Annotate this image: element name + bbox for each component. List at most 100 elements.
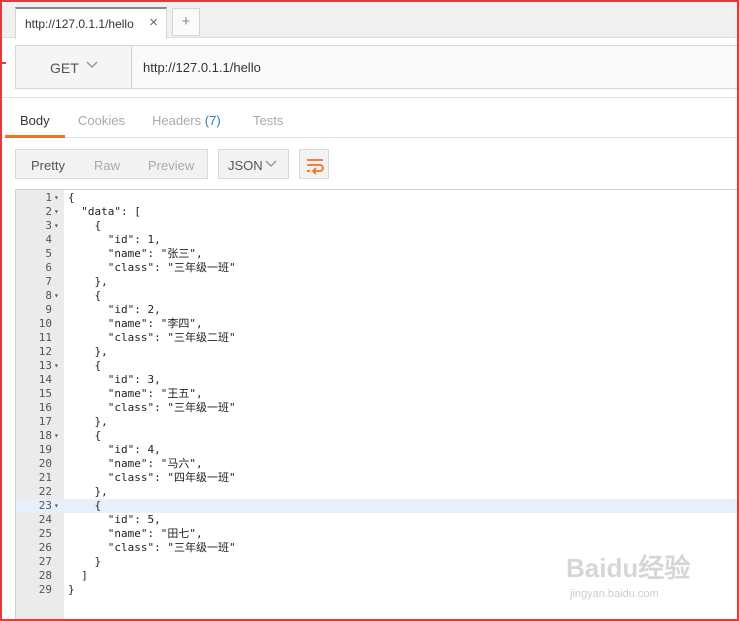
code-line: 5 "name": "张三", xyxy=(16,247,737,261)
new-tab-button[interactable]: + xyxy=(172,8,200,36)
code-text: "data": [ xyxy=(68,205,141,218)
line-number: 2 xyxy=(45,205,52,218)
fold-arrow-icon[interactable]: ▾ xyxy=(54,191,59,205)
tab-cookies[interactable]: Cookies xyxy=(78,113,125,128)
code-text: }, xyxy=(68,415,108,428)
watermark: Baidu经验 jingyan.baidu.com xyxy=(566,540,706,610)
code-text: { xyxy=(68,499,102,512)
line-number: 25 xyxy=(38,527,52,540)
code-text: "class": "三年级一班" xyxy=(68,401,236,414)
code-line: 6 "class": "三年级一班" xyxy=(16,261,737,275)
code-text: ] xyxy=(68,569,88,582)
code-text: { xyxy=(68,191,75,204)
line-number: 29 xyxy=(38,583,52,596)
request-bar: GET xyxy=(15,45,737,89)
code-text: }, xyxy=(68,345,108,358)
line-number: 9 xyxy=(45,303,52,316)
chevron-down-icon xyxy=(86,56,98,77)
wrap-lines-button[interactable] xyxy=(299,149,329,179)
code-text: } xyxy=(68,583,75,596)
line-number: 4 xyxy=(45,233,52,246)
code-text: "class": "三年级二班" xyxy=(68,331,236,344)
tab-hello[interactable]: http://127.0.1.1/hello × xyxy=(15,7,167,39)
fold-arrow-icon[interactable]: ▾ xyxy=(54,429,59,443)
code-line: 2 ▾ "data": [ xyxy=(16,205,737,219)
url-input[interactable] xyxy=(133,46,737,88)
code-line: 12 }, xyxy=(16,345,737,359)
format-select[interactable]: JSON xyxy=(218,149,289,179)
line-number: 12 xyxy=(38,345,52,358)
line-number: 22 xyxy=(38,485,52,498)
code-line: 15 "name": "王五", xyxy=(16,387,737,401)
code-text: }, xyxy=(68,485,108,498)
code-line: 23 ▾ { xyxy=(16,499,737,513)
fold-arrow-icon[interactable]: ▾ xyxy=(54,205,59,219)
tab-tests[interactable]: Tests xyxy=(253,113,283,128)
line-number: 15 xyxy=(38,387,52,400)
wrap-icon xyxy=(300,159,330,184)
code-line: 22 }, xyxy=(16,485,737,499)
code-text: { xyxy=(68,359,102,372)
code-text: "id": 2, xyxy=(68,303,161,316)
fold-arrow-icon[interactable]: ▾ xyxy=(54,359,59,373)
tab-headers[interactable]: Headers (7) xyxy=(152,113,221,128)
edge-marker xyxy=(2,62,6,64)
format-label: JSON xyxy=(228,158,263,173)
code-text: { xyxy=(68,429,102,442)
code-line: 7 }, xyxy=(16,275,737,289)
code-text: "name": "马六", xyxy=(68,457,203,470)
line-number: 27 xyxy=(38,555,52,568)
line-number: 6 xyxy=(45,261,52,274)
code-text: "name": "李四", xyxy=(68,317,203,330)
tab-label: http://127.0.1.1/hello xyxy=(25,17,134,31)
fold-arrow-icon[interactable]: ▾ xyxy=(54,219,59,233)
code-text: }, xyxy=(68,275,108,288)
code-line: 8 ▾ { xyxy=(16,289,737,303)
code-line: 14 "id": 3, xyxy=(16,373,737,387)
code-text: "class": "四年级一班" xyxy=(68,471,236,484)
line-number: 26 xyxy=(38,541,52,554)
preview-button[interactable]: Preview xyxy=(148,158,194,173)
tab-headers-label: Headers xyxy=(152,113,202,128)
fold-arrow-icon[interactable]: ▾ xyxy=(54,289,59,303)
code-text: "name": "张三", xyxy=(68,247,203,260)
code-text: "name": "王五", xyxy=(68,387,203,400)
line-number: 7 xyxy=(45,275,52,288)
raw-button[interactable]: Raw xyxy=(94,158,120,173)
code-line: 11 "class": "三年级二班" xyxy=(16,331,737,345)
code-line: 20 "name": "马六", xyxy=(16,457,737,471)
tab-bar: http://127.0.1.1/hello × + xyxy=(2,2,737,39)
close-icon[interactable]: × xyxy=(149,14,158,31)
code-text: { xyxy=(68,289,102,302)
code-line: 18 ▾ { xyxy=(16,429,737,443)
line-number: 24 xyxy=(38,513,52,526)
line-number: 21 xyxy=(38,471,52,484)
line-number: 8 xyxy=(45,289,52,302)
method-label: GET xyxy=(50,60,79,76)
code-text: "id": 5, xyxy=(68,513,161,526)
fold-arrow-icon[interactable]: ▾ xyxy=(54,499,59,513)
code-text: "class": "三年级一班" xyxy=(68,261,236,274)
code-text: "class": "三年级一班" xyxy=(68,541,236,554)
line-number: 19 xyxy=(38,443,52,456)
line-number: 23 xyxy=(38,499,52,512)
code-text: } xyxy=(68,555,102,568)
code-text: "name": "田七", xyxy=(68,527,203,540)
code-text: "id": 4, xyxy=(68,443,161,456)
tab-body[interactable]: Body xyxy=(20,113,50,128)
code-line: 3 ▾ { xyxy=(16,219,737,233)
code-line: 10 "name": "李四", xyxy=(16,317,737,331)
method-select[interactable]: GET xyxy=(16,46,132,88)
active-tab-indicator xyxy=(5,135,65,138)
line-number: 13 xyxy=(38,359,52,372)
code-line: 4 "id": 1, xyxy=(16,233,737,247)
code-line: 16 "class": "三年级一班" xyxy=(16,401,737,415)
line-number: 11 xyxy=(38,331,52,344)
line-number: 5 xyxy=(45,247,52,260)
code-line: 1 ▾ { xyxy=(16,191,737,205)
code-line: 24 "id": 5, xyxy=(16,513,737,527)
line-number: 3 xyxy=(45,219,52,232)
pretty-button[interactable]: Pretty xyxy=(31,158,65,173)
headers-count-badge: (7) xyxy=(204,113,221,128)
view-mode-group: Pretty Raw Preview xyxy=(15,149,208,179)
